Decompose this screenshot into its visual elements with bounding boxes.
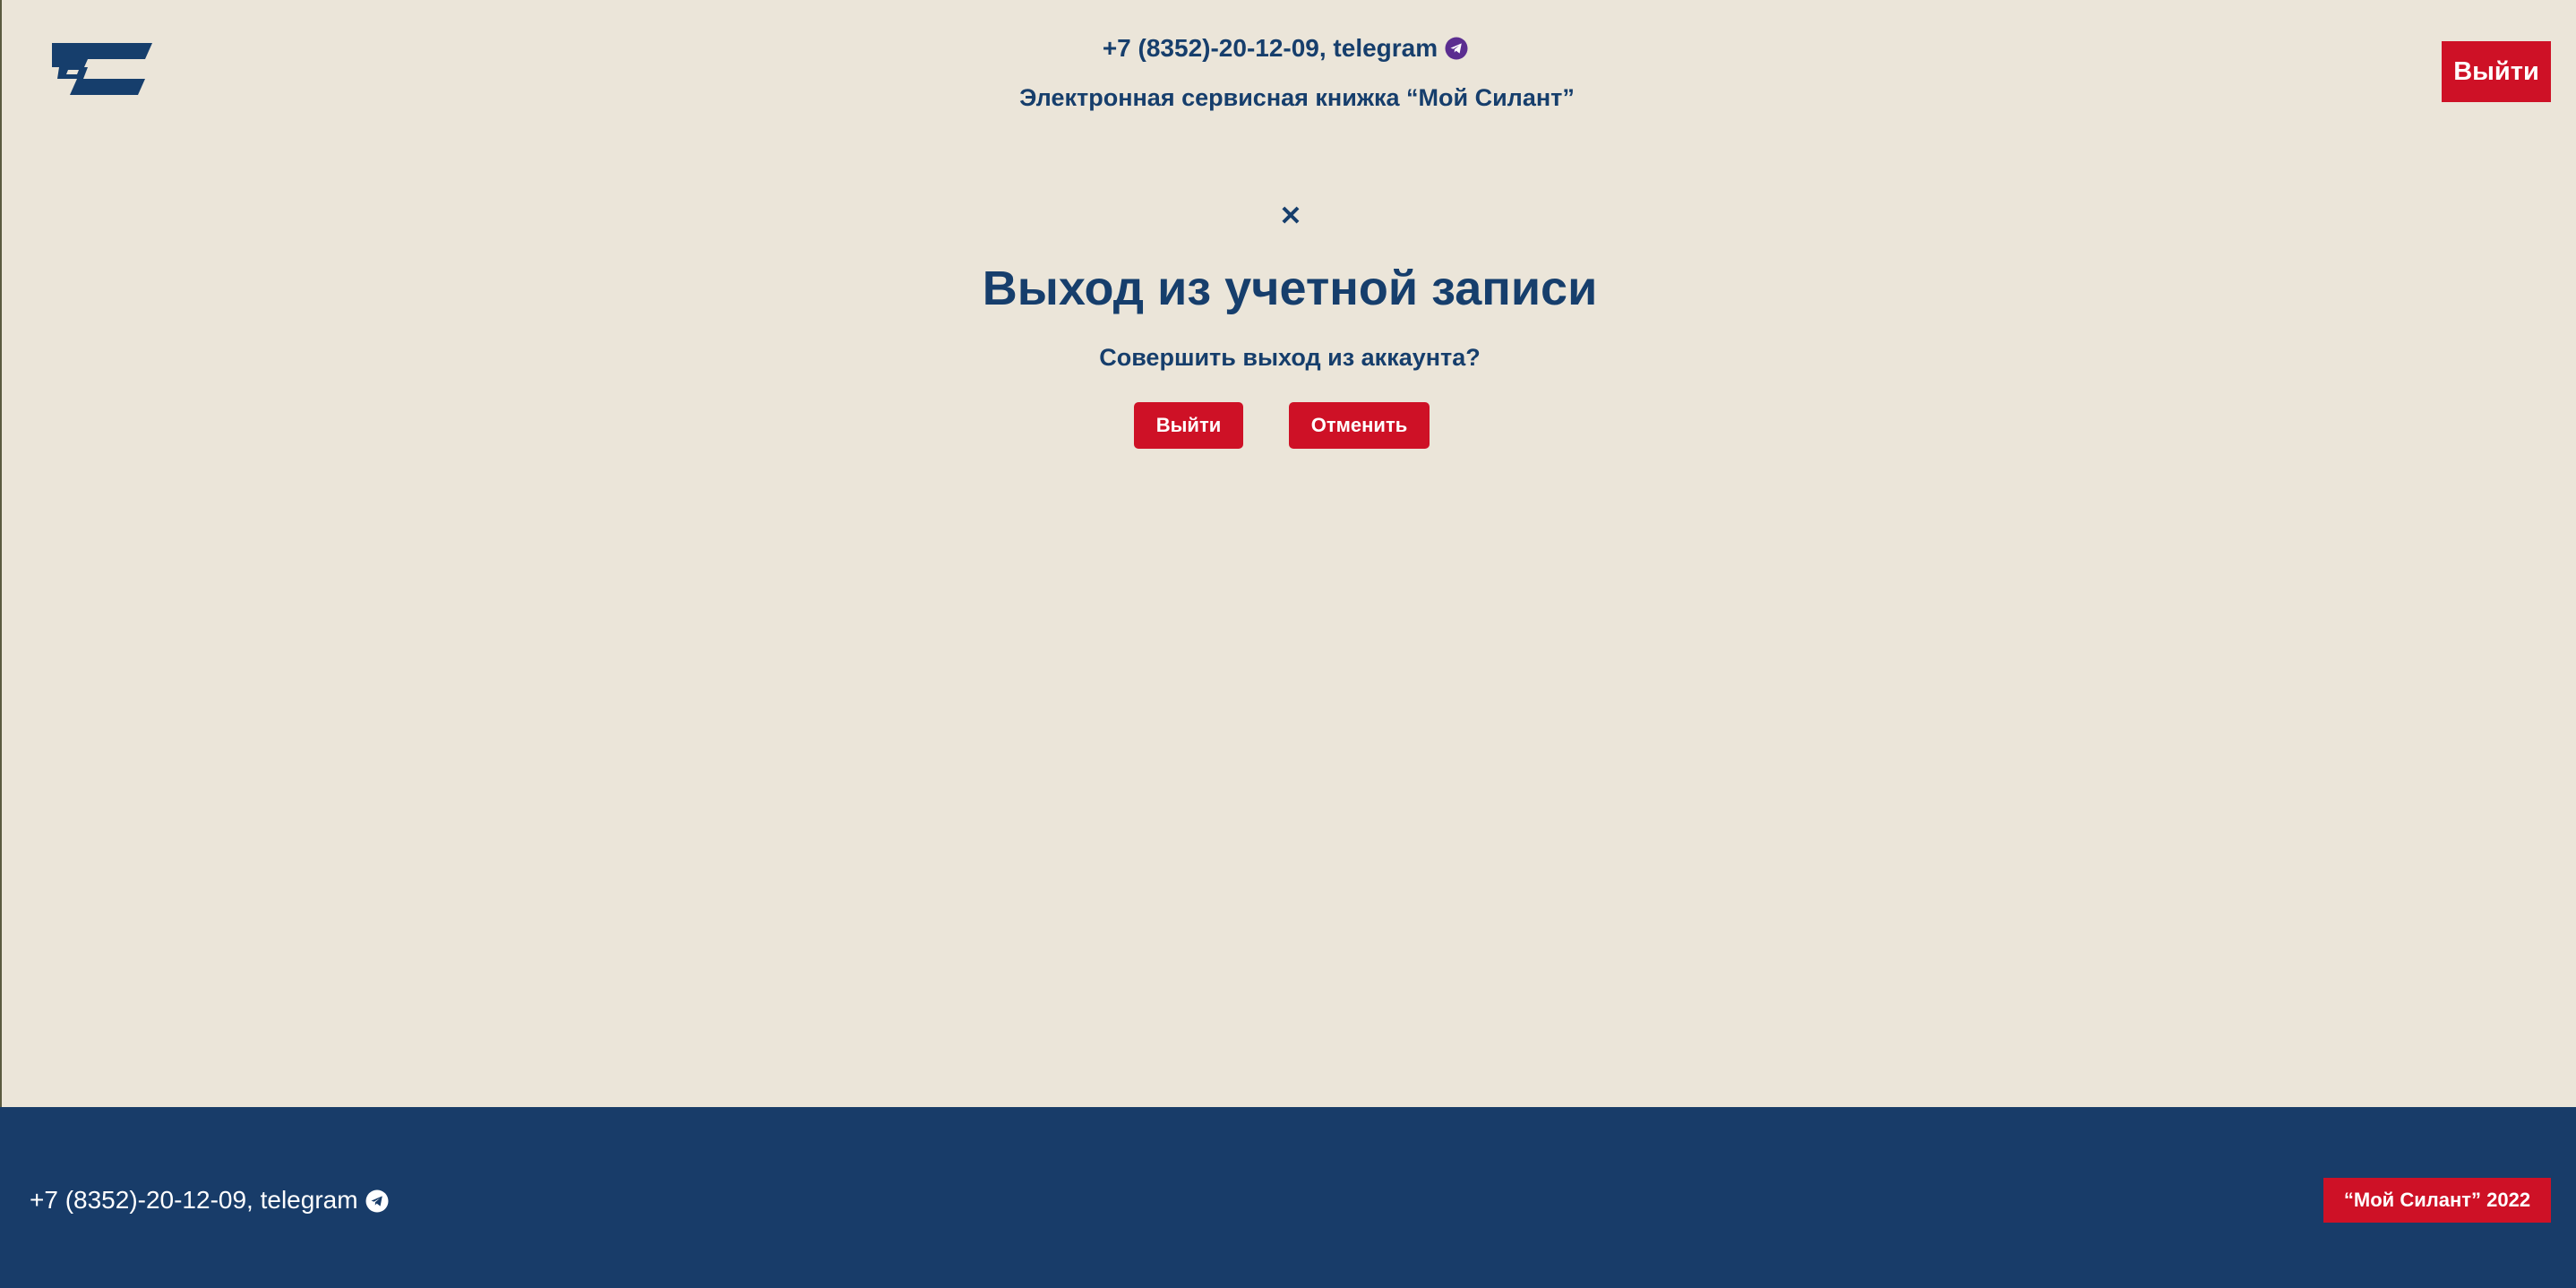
modal-question-text: Совершить выход из аккаунта? [1099, 344, 1481, 371]
header-contact: +7 (8352)-20-12-09, telegram [0, 33, 2576, 64]
telegram-icon[interactable] [365, 1189, 389, 1213]
header-contact-text: +7 (8352)-20-12-09, telegram [1102, 34, 1438, 62]
footer-copyright-badge[interactable]: “Мой Силант” 2022 [2323, 1178, 2551, 1223]
modal-title: Выход из учетной записи [0, 254, 2576, 322]
cancel-button[interactable]: Отменить [1289, 402, 1430, 449]
site-header: +7 (8352)-20-12-09, telegram Электронная… [0, 0, 2576, 152]
header-subtitle-text: Электронная сервисная книжка “Мой Силант… [1019, 84, 1575, 111]
confirm-logout-button[interactable]: Выйти [1134, 402, 1243, 449]
header-logout-button[interactable]: Выйти [2442, 41, 2551, 102]
modal-title-text: Выход из учетной записи [982, 262, 1598, 315]
footer-contact: +7 (8352)-20-12-09, telegram [30, 1184, 389, 1216]
window-edge [0, 0, 2, 1288]
telegram-icon[interactable] [1445, 37, 1468, 60]
close-icon[interactable]: ✕ [1277, 202, 1304, 231]
header-subtitle: Электронная сервисная книжка “Мой Силант… [0, 82, 2576, 113]
footer-contact-text: +7 (8352)-20-12-09, telegram [30, 1186, 358, 1214]
modal-question: Совершить выход из аккаунта? [0, 342, 2576, 373]
